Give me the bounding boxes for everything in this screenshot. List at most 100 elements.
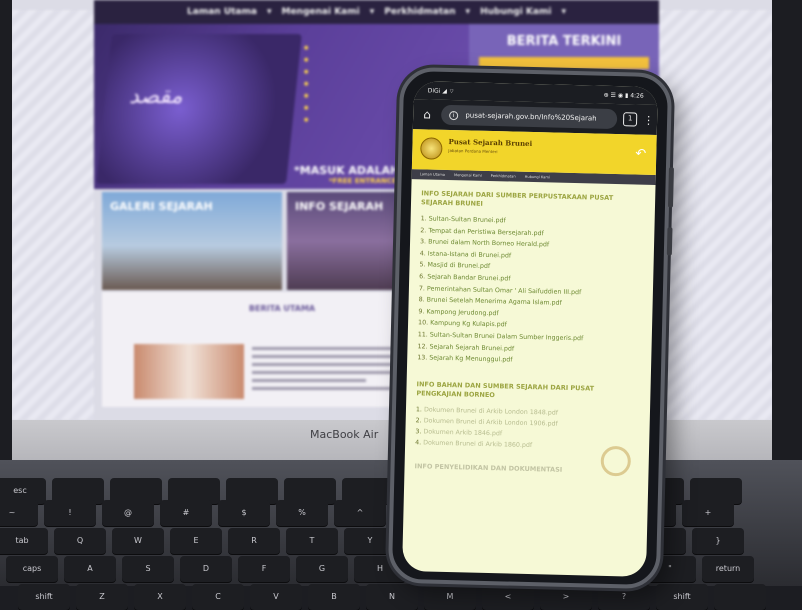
subnav-item[interactable]: Hubungi Kami	[525, 172, 550, 183]
keyboard-key: shift	[656, 584, 708, 610]
keyboard-key: V	[250, 584, 302, 610]
more-menu-icon[interactable]: ⋮	[643, 113, 654, 126]
site-name: Pusat Sejarah Brunei	[448, 136, 533, 148]
info-icon[interactable]: i	[449, 110, 459, 121]
pdf-link[interactable]: Dokumen Brunei di Arkib London 1906.pdf	[424, 417, 558, 427]
pdf-link[interactable]: Brunei dalam North Borneo Herald.pdf	[428, 239, 549, 249]
keyboard-key: A	[64, 556, 116, 582]
pdf-link[interactable]: Istana-Istana di Brunei.pdf	[428, 250, 512, 259]
pdf-link[interactable]: Kampong Jerudong.pdf	[426, 308, 498, 317]
keyboard-key: R	[228, 528, 280, 554]
site-logo[interactable]	[420, 137, 443, 160]
pdf-link[interactable]: Sejarah Bandar Brunei.pdf	[427, 273, 510, 282]
item-number: 11.	[417, 331, 428, 339]
laptop-nav-item: Hubungi Kami	[480, 7, 552, 17]
subnav-item[interactable]: Perkhidmatan	[491, 171, 516, 182]
keyboard-key: +	[682, 500, 734, 526]
keyboard-key: @	[102, 500, 154, 526]
keyboard-key: <	[482, 584, 534, 610]
tab-switcher-button[interactable]: 1	[622, 112, 638, 127]
site-header: Pusat Sejarah Brunei Jabatan Perdana Men…	[411, 129, 657, 176]
status-right: ⊕ ☰ ◉ ▮ 4:26	[603, 91, 644, 100]
back-icon[interactable]: ↶	[635, 147, 646, 162]
keyboard-key: tab	[0, 528, 48, 554]
pdf-link[interactable]: Dokumen Brunei di Arkib London 1848.pdf	[424, 406, 558, 416]
item-number: 9.	[418, 308, 425, 316]
section-title: INFO SEJARAH DARI SUMBER PERPUSTAKAAN PU…	[420, 189, 614, 208]
keyboard-key: %	[276, 500, 328, 526]
keyboard-key: #	[160, 500, 212, 526]
macbook-label: MacBook Air	[310, 428, 379, 441]
keyboard-key: B	[308, 584, 360, 610]
status-left: DiGi ◢ ⌔	[427, 87, 455, 96]
item-number: 4.	[415, 438, 422, 447]
url-field[interactable]: i pusat-sejarah.gov.bn/Info%20Sejarah	[440, 104, 618, 130]
item-number: 10.	[418, 319, 429, 327]
pdf-link[interactable]: Pemerintahan Sultan Omar ' Ali Saifuddie…	[427, 285, 581, 296]
keyboard-key: shift	[18, 584, 70, 610]
site-subtitle: Jabatan Perdana Menteri	[448, 147, 498, 155]
keyboard-key: G	[296, 556, 348, 582]
subnav-item[interactable]: Laman Utama	[420, 169, 446, 180]
keyboard-key: T	[286, 528, 338, 554]
news-thumbnail	[134, 344, 244, 399]
item-number: 12.	[417, 342, 428, 351]
item-number: 6.	[419, 273, 426, 281]
pdf-link[interactable]: Masjid di Brunei.pdf	[427, 262, 490, 271]
keyboard-key	[714, 584, 766, 610]
pdf-link[interactable]: Brunei Setelah Menerima Agama Islam.pdf	[427, 297, 562, 307]
item-number: 8.	[418, 296, 425, 304]
pdf-link[interactable]: Dokumen Brunei di Arkib 1860.pdf	[423, 439, 532, 449]
keyboard-key: E	[170, 528, 222, 554]
subnav-item[interactable]: Mengenai Kami	[454, 170, 482, 181]
pdf-link[interactable]: Sultan-Sultan Brunei.pdf	[429, 215, 506, 224]
keyboard-key: ^	[334, 500, 386, 526]
laptop-side-panel	[12, 10, 94, 420]
berita-ticker	[479, 57, 649, 69]
keyboard-key: ~	[0, 500, 38, 526]
url-text: pusat-sejarah.gov.bn/Info%20Sejarah	[465, 111, 597, 123]
galeri-tile: GALERI SEJARAH	[102, 192, 282, 290]
item-number: 1.	[415, 405, 423, 414]
item-number: 3.	[415, 427, 422, 436]
keyboard-key: M	[424, 584, 476, 610]
keyboard-key: C	[192, 584, 244, 610]
laptop-nav-bar: Laman Utama ▾ Mengenai Kami ▾ Perkhidmatan…	[94, 0, 659, 24]
smartphone: DiGi ◢ ⌔ ⊕ ☰ ◉ ▮ 4:26 ⌂ i pusat-sejarah.…	[387, 66, 674, 590]
banner-calligraphy: مقصد	[129, 84, 183, 109]
pdf-link[interactable]: Tempat dan Peristiwa Bersejarah.pdf	[428, 227, 544, 237]
pdf-link[interactable]: Sejarah Sejarah Brunei.pdf	[429, 343, 514, 352]
keyboard-key: S	[122, 556, 174, 582]
volume-button	[667, 167, 674, 208]
laptop-side-panel	[657, 10, 772, 420]
power-button	[666, 227, 673, 256]
item-number: 7.	[418, 284, 426, 292]
home-icon[interactable]: ⌂	[419, 107, 435, 121]
keyboard-key: Q	[54, 528, 106, 554]
pdf-link[interactable]: Dokumen Arkib 1846.pdf	[423, 428, 502, 437]
pdf-link[interactable]: Kampung Kg Kulapis.pdf	[430, 320, 507, 329]
keyboard-key: >	[540, 584, 592, 610]
pdf-link[interactable]: Sultan-Sultan Brunei Dalam Sumber Ingger…	[430, 331, 584, 342]
section-title: INFO BAHAN DAN SUMBER SEJARAH DARI PUSAT…	[416, 379, 595, 399]
keyboard-key: F	[238, 556, 290, 582]
pdf-link[interactable]: Sejarah Kg Menunggul.pdf	[429, 355, 512, 364]
keyboard-key: W	[112, 528, 164, 554]
keyboard-key: }	[692, 528, 744, 554]
laptop-nav-item: Laman Utama	[187, 7, 257, 17]
keyboard-key: !	[44, 500, 96, 526]
item-number: 5.	[419, 261, 426, 269]
item-number: 13.	[417, 354, 428, 362]
keyboard-key: $	[218, 500, 270, 526]
document-list: 1. Dokumen Brunei di Arkib London 1848.p…	[415, 404, 640, 453]
document-list: 1. Sultan-Sultan Brunei.pdf 2. Tempat dan…	[417, 213, 645, 369]
banner-artwork	[96, 34, 302, 184]
keyboard-key: Z	[76, 584, 128, 610]
item-number: 4.	[419, 250, 426, 258]
laptop-nav-item: Perkhidmatan	[384, 7, 456, 17]
keyboard-key: N	[366, 584, 418, 610]
keyboard-key: X	[134, 584, 186, 610]
item-number: 1.	[420, 215, 427, 223]
item-number: 2.	[415, 416, 422, 425]
laptop-nav-item: Mengenai Kami	[281, 7, 360, 17]
